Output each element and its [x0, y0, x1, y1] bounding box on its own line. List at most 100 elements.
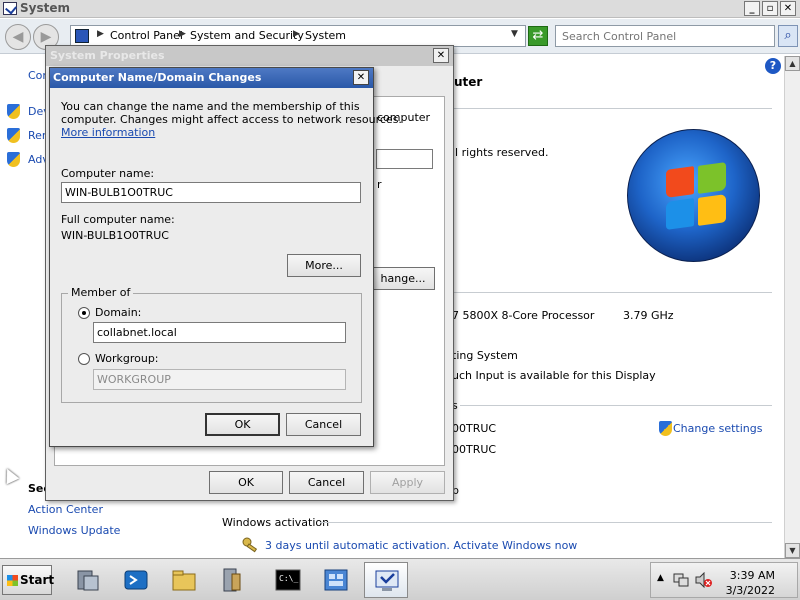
taskbar-explorer[interactable] — [162, 562, 206, 598]
search-input[interactable] — [556, 26, 774, 46]
show-hidden-icons-icon[interactable]: ▲ — [657, 573, 664, 583]
clock-date[interactable]: 3/3/2022 — [715, 584, 775, 597]
intro-text-line1: You can change the name and the membersh… — [61, 100, 360, 113]
computer-name-field[interactable] — [61, 182, 361, 203]
full-computer-name-label: Full computer name: — [61, 213, 175, 226]
full-computer-name-value: WIN-BULB1O0TRUC — [61, 229, 169, 242]
minimize-button[interactable]: _ — [744, 1, 760, 16]
help-icon[interactable]: ? — [765, 58, 781, 74]
chevron-right-icon: ▶ — [179, 29, 186, 39]
clock-time[interactable]: 3:39 AM — [715, 569, 775, 582]
system-properties-close-button[interactable]: ✕ — [433, 48, 449, 63]
computer-name-value: 00TRUC — [452, 422, 497, 435]
workgroup-label: Workgroup: — [95, 352, 159, 365]
workgroup-input[interactable] — [94, 370, 345, 389]
close-button[interactable]: ✕ — [780, 1, 796, 16]
system-type-value: ting System — [452, 349, 518, 362]
system-properties-apply-button[interactable]: Apply — [370, 471, 445, 494]
taskbar-tools[interactable] — [210, 562, 254, 598]
breadcrumb-system[interactable]: System — [305, 29, 346, 42]
full-computer-name-value: 00TRUC — [452, 443, 497, 456]
system-properties-ok-button[interactable]: OK — [209, 471, 283, 494]
more-information-link[interactable]: More information — [61, 126, 155, 139]
key-icon — [242, 537, 258, 553]
chevron-down-icon[interactable]: ▼ — [511, 29, 518, 39]
windows-activation-heading: Windows activation — [222, 516, 330, 529]
taskbar-command-prompt[interactable]: C:\_ — [266, 562, 310, 598]
taskbar-system-properties[interactable] — [364, 562, 408, 598]
processor-speed: 3.79 GHz — [623, 309, 674, 322]
page-heading: uter — [454, 75, 483, 89]
member-of-label: Member of — [68, 286, 134, 299]
change-button[interactable]: hange... — [371, 267, 435, 290]
system-properties-icon — [375, 570, 399, 591]
system-properties-cancel-button[interactable]: Cancel — [289, 471, 364, 494]
computer-name-domain-dialog: Computer Name/Domain Changes ✕ You can c… — [49, 67, 402, 447]
volume-muted-icon[interactable] — [695, 572, 713, 588]
windows-start-icon — [7, 575, 18, 586]
divider — [450, 292, 772, 293]
domain-field[interactable] — [93, 322, 346, 343]
partial-text: r — [377, 178, 382, 191]
shield-icon — [7, 104, 20, 119]
domain-dialog-title-bar: Computer Name/Domain Changes ✕ — [50, 68, 373, 88]
control-panel-icon — [324, 569, 348, 591]
scroll-up-icon[interactable]: ▲ — [785, 56, 800, 71]
domain-dialog-close-button[interactable]: ✕ — [353, 70, 369, 85]
action-center-link[interactable]: Action Center — [28, 503, 103, 516]
member-of-group: Member of Domain: Workgroup: — [61, 286, 362, 403]
processor-value: 7 5800X 8-Core Processor — [452, 309, 595, 322]
start-button[interactable]: Start — [2, 565, 55, 595]
taskbar-control-panel[interactable] — [314, 562, 358, 598]
taskbar-server-manager[interactable] — [66, 562, 110, 598]
system-properties-title-bar: System Properties ✕ — [46, 46, 453, 66]
taskbar-powershell[interactable] — [114, 562, 158, 598]
svg-text:C:\_: C:\_ — [279, 574, 298, 583]
server-manager-icon — [77, 570, 99, 591]
change-settings-link[interactable]: Change settings — [673, 422, 762, 435]
windows-logo — [627, 129, 760, 262]
copyright-text: ll rights reserved. — [452, 146, 549, 159]
powershell-icon — [124, 570, 148, 590]
workgroup-field[interactable] — [93, 369, 346, 390]
system-properties-title: System Properties — [50, 49, 165, 62]
shield-icon — [7, 128, 20, 143]
domain-dialog-title: Computer Name/Domain Changes — [53, 71, 262, 84]
domain-input[interactable] — [94, 323, 345, 342]
system-tray: ▲ 3:39 AM 3/3/2022 — [650, 562, 798, 598]
vertical-scrollbar[interactable]: ▲ ▼ — [784, 56, 800, 558]
more-button[interactable]: More... — [287, 254, 361, 277]
domain-dialog-cancel-button[interactable]: Cancel — [286, 413, 361, 436]
activate-windows-link[interactable]: 3 days until automatic activation. Activ… — [265, 539, 577, 552]
domain-radio[interactable] — [78, 307, 90, 319]
divider — [450, 108, 772, 109]
divider — [320, 522, 772, 523]
search-icon[interactable]: ⌕ — [778, 25, 798, 47]
breadcrumb-system-and-security[interactable]: System and Security — [190, 29, 304, 42]
start-label: Start — [20, 573, 55, 587]
chevron-right-icon: ▶ — [97, 29, 104, 39]
back-button[interactable]: ◀ — [5, 24, 31, 50]
tools-icon — [223, 568, 241, 592]
shield-icon — [7, 152, 20, 167]
shield-icon — [659, 421, 672, 436]
workgroup-radio[interactable] — [78, 353, 90, 365]
chevron-right-icon: ▶ — [293, 29, 300, 39]
scroll-down-icon[interactable]: ▼ — [785, 543, 800, 558]
control-panel-icon — [75, 29, 89, 43]
breadcrumb-control-panel[interactable]: Control Panel — [110, 29, 183, 42]
domain-dialog-ok-button[interactable]: OK — [205, 413, 280, 436]
search-box[interactable] — [555, 25, 775, 47]
maximize-button[interactable]: ▫ — [762, 1, 778, 16]
network-icon[interactable] — [673, 572, 689, 588]
refresh-button[interactable]: ⇄ — [528, 26, 548, 46]
taskbar: Start C:\_ ▲ 3:39 AM 3/3/2022 — [0, 558, 800, 600]
system-window-icon — [3, 2, 17, 15]
intro-text-line2: computer. Changes might affect access to… — [61, 113, 402, 126]
windows-update-link[interactable]: Windows Update — [28, 524, 120, 537]
divider — [460, 405, 772, 406]
computer-name-input[interactable] — [62, 183, 360, 202]
computer-description-field[interactable] — [376, 149, 433, 169]
address-bar[interactable]: ▶ Control Panel ▶ System and Security ▶ … — [70, 25, 526, 47]
window-title: System — [20, 1, 70, 15]
